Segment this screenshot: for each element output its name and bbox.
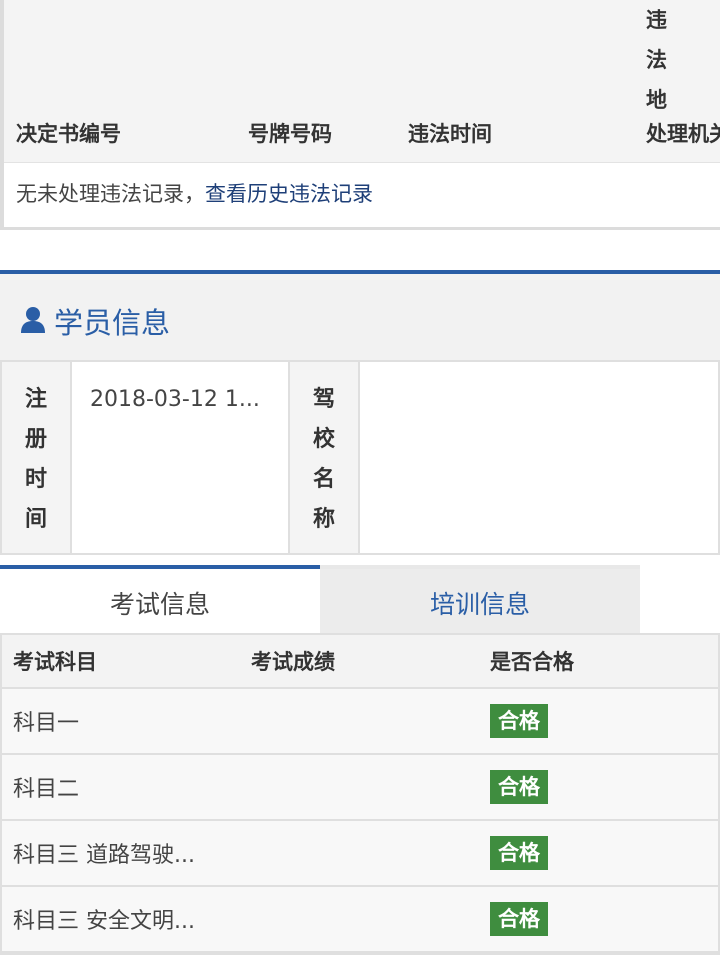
exam-table: 考试科目 考试成绩 是否合格 科目一 合格 科目二 合格 科目三 道路驾驶...…	[0, 633, 720, 955]
table-row: 科目二 合格	[2, 755, 718, 821]
exam-table-header: 考试科目 考试成绩 是否合格	[2, 635, 718, 689]
section-title: 学员信息	[54, 306, 171, 340]
col-time: 违法时间	[408, 122, 492, 146]
exam-subject: 科目三 安全文明...	[13, 909, 195, 934]
student-info-section-header: 学员信息	[0, 270, 720, 360]
col-authority: 处理机关	[646, 122, 720, 146]
col-plate: 号牌号码	[248, 122, 332, 146]
exam-subject: 科目三 道路驾驶...	[13, 843, 195, 868]
violations-table-header: 决定书编号 号牌号码 违法时间 违 法 地 处理机关	[4, 0, 720, 163]
student-info-grid: 注 册 时 间 2018-03-12 1... 驾 校 名 称	[0, 360, 720, 555]
col-decision-no: 决定书编号	[16, 122, 121, 146]
pass-badge: 合格	[490, 704, 548, 738]
table-row: 科目一 合格	[2, 689, 718, 755]
pass-badge: 合格	[490, 836, 548, 870]
violations-empty-message: 无未处理违法记录，查看历史违法记录	[16, 178, 373, 208]
header-subject: 考试科目	[13, 650, 97, 674]
violations-table: 决定书编号 号牌号码 违法时间 违 法 地 处理机关 无未处理违法记录，查看历史…	[0, 0, 720, 230]
info-tabs: 考试信息 培训信息	[0, 565, 720, 633]
pass-badge: 合格	[490, 902, 548, 936]
table-row: 科目三 道路驾驶... 合格	[2, 821, 718, 887]
driving-school-label: 驾 校 名 称	[290, 362, 360, 553]
pass-badge: 合格	[490, 770, 548, 804]
registration-time-value: 2018-03-12 1...	[74, 362, 290, 553]
registration-time-label: 注 册 时 间	[2, 362, 72, 553]
table-row: 科目三 安全文明... 合格	[2, 887, 718, 953]
col-location: 违 法 地	[646, 8, 667, 112]
empty-text: 无未处理违法记录，	[16, 182, 205, 206]
exam-subject: 科目二	[13, 777, 80, 802]
header-score: 考试成绩	[251, 650, 335, 674]
tab-exam-info[interactable]: 考试信息	[0, 565, 320, 633]
header-pass: 是否合格	[490, 650, 574, 674]
exam-subject: 科目一	[13, 711, 80, 736]
tab-training-info[interactable]: 培训信息	[320, 565, 640, 633]
user-icon	[21, 307, 45, 333]
history-violations-link[interactable]: 查看历史违法记录	[205, 182, 373, 206]
driving-school-value	[362, 362, 718, 553]
